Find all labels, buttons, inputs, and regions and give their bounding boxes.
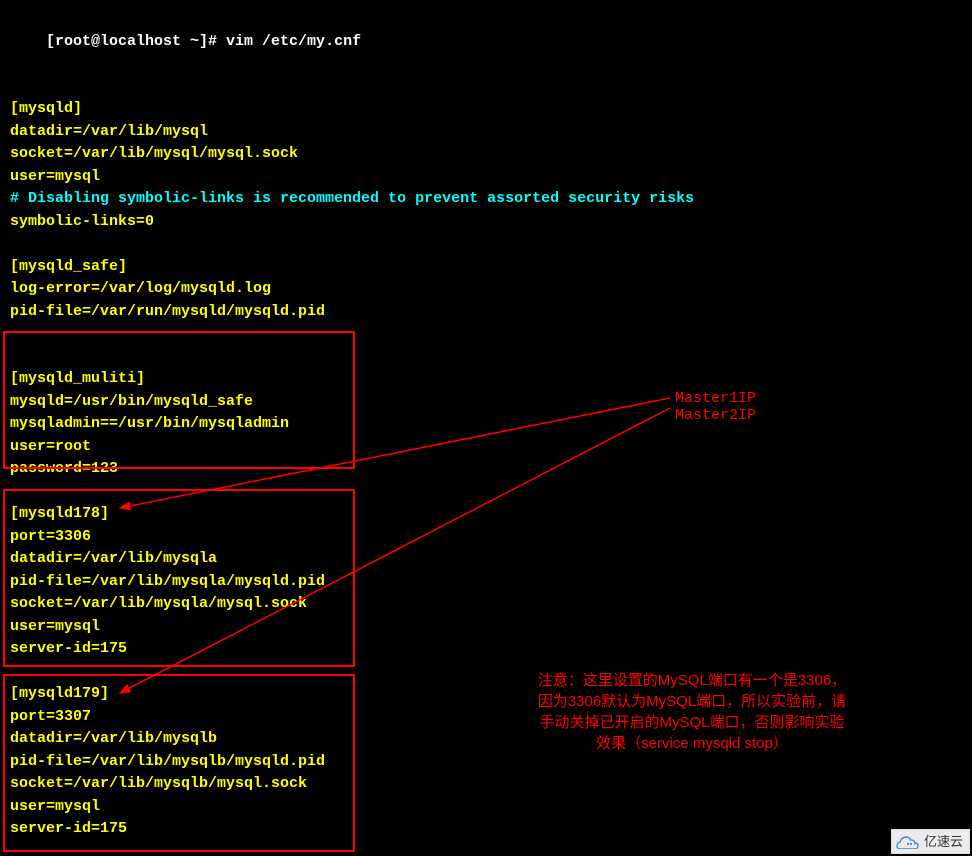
cfg-pidfile: pid-file=/var/run/mysqld/mysqld.pid [10,301,962,324]
shell-prompt: [root@localhost ~]# [46,33,226,50]
annotation-note: 注意：这里设置的MySQL端口有一个是3306， 因为3306默认为MySQL端… [522,670,862,754]
vim-command: vim /etc/my.cnf [226,33,361,50]
note-line-1: 注意：这里设置的MySQL端口有一个是3306， [522,670,862,691]
annotation-box-1 [3,331,355,469]
master2-label: Master2IP [675,405,756,428]
cfg-datadir: datadir=/var/lib/mysql [10,121,962,144]
annotation-box-2 [3,489,355,667]
cfg-socket: socket=/var/lib/mysql/mysql.sock [10,143,962,166]
note-line-3: 手动关掉已开启的MySQL端口，否则影响实验 [522,712,862,733]
annotation-box-3 [3,674,355,852]
cfg-user: user=mysql [10,166,962,189]
section-mysqld: [mysqld] [10,98,962,121]
cfg-logerror: log-error=/var/log/mysqld.log [10,278,962,301]
note-line-4: 效果（service mysqld stop） [522,733,862,754]
note-line-2: 因为3306默认为MySQL端口，所以实验前，请 [522,691,862,712]
cfg-comment: # Disabling symbolic-links is recommende… [10,188,962,211]
cloud-icon [896,833,920,849]
cfg-symlinks: symbolic-links=0 [10,211,962,234]
section-mysqld-safe: [mysqld_safe] [10,256,962,279]
watermark: 亿速云 [891,829,970,855]
watermark-text: 亿速云 [924,832,963,852]
